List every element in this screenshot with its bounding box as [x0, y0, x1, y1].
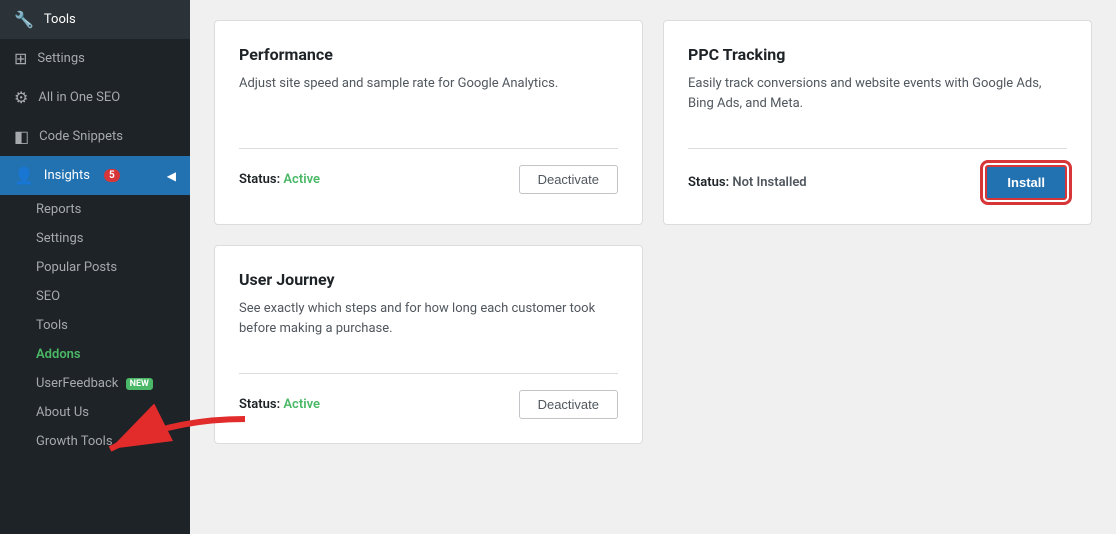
sidebar-item-settings-sub[interactable]: Settings — [0, 224, 190, 253]
performance-status-value: Active — [283, 172, 320, 187]
performance-card-title: Performance — [239, 45, 618, 64]
user-journey-card-footer: Status: Active Deactivate — [239, 373, 618, 419]
sidebar-item-userfeedback[interactable]: UserFeedback NEW — [0, 369, 190, 398]
insights-badge: 5 — [104, 169, 120, 182]
sidebar-item-popular-posts[interactable]: Popular Posts — [0, 253, 190, 282]
sidebar-item-settings-label: Settings — [37, 51, 84, 66]
sidebar-item-tools[interactable]: 🔧 Tools — [0, 0, 190, 39]
sidebar-item-growth-tools[interactable]: Growth Tools — [0, 427, 190, 456]
sidebar-item-about-us[interactable]: About Us — [0, 398, 190, 427]
sidebar-submenu: Reports Settings Popular Posts SEO Tools… — [0, 195, 190, 456]
sidebar-item-insights[interactable]: 👤 Insights 5 ◀ — [0, 156, 190, 195]
sidebar-item-insights-label: Insights — [44, 168, 90, 183]
user-journey-card-desc: See exactly which steps and for how long… — [239, 299, 618, 349]
sidebar: 🔧 Tools ⊞ Settings ⚙ All in One SEO ◧ Co… — [0, 0, 190, 534]
user-journey-deactivate-button[interactable]: Deactivate — [519, 390, 618, 419]
new-badge: NEW — [126, 378, 153, 390]
ppc-card-title: PPC Tracking — [688, 45, 1067, 64]
ppc-card-footer: Status: Not Installed Install — [688, 148, 1067, 200]
sidebar-item-tools-sub[interactable]: Tools — [0, 311, 190, 340]
performance-card-desc: Adjust site speed and sample rate for Go… — [239, 74, 618, 124]
main-content: Performance Adjust site speed and sample… — [190, 0, 1116, 534]
performance-status: Status: Active — [239, 172, 320, 187]
sidebar-item-code-snippets[interactable]: ◧ Code Snippets — [0, 117, 190, 156]
user-journey-card-title: User Journey — [239, 270, 618, 289]
sidebar-item-tools-label: Tools — [44, 12, 76, 27]
sidebar-item-code-snippets-label: Code Snippets — [39, 129, 123, 144]
sidebar-item-seo[interactable]: SEO — [0, 282, 190, 311]
user-journey-status: Status: Active — [239, 397, 320, 412]
ppc-status-value: Not Installed — [732, 175, 806, 190]
addons-cards-grid: Performance Adjust site speed and sample… — [214, 20, 1092, 444]
user-journey-status-value: Active — [283, 397, 320, 412]
code-snippets-icon: ◧ — [14, 127, 29, 146]
performance-deactivate-button[interactable]: Deactivate — [519, 165, 618, 194]
sidebar-nav: 🔧 Tools ⊞ Settings ⚙ All in One SEO ◧ Co… — [0, 0, 190, 534]
ppc-install-button[interactable]: Install — [985, 165, 1067, 200]
performance-card-footer: Status: Active Deactivate — [239, 148, 618, 194]
sidebar-item-aio-seo[interactable]: ⚙ All in One SEO — [0, 78, 190, 117]
tools-icon: 🔧 — [14, 10, 34, 29]
ppc-card-desc: Easily track conversions and website eve… — [688, 74, 1067, 124]
sidebar-item-aio-seo-label: All in One SEO — [38, 90, 120, 105]
settings-icon: ⊞ — [14, 49, 27, 68]
aio-seo-icon: ⚙ — [14, 88, 28, 107]
user-journey-card: User Journey See exactly which steps and… — [214, 245, 643, 444]
performance-card: Performance Adjust site speed and sample… — [214, 20, 643, 225]
ppc-status: Status: Not Installed — [688, 175, 807, 190]
collapse-arrow-icon: ◀ — [167, 169, 176, 183]
insights-icon: 👤 — [14, 166, 34, 185]
sidebar-item-reports[interactable]: Reports — [0, 195, 190, 224]
sidebar-item-addons[interactable]: Addons — [0, 340, 190, 369]
sidebar-item-settings[interactable]: ⊞ Settings — [0, 39, 190, 78]
ppc-tracking-card: PPC Tracking Easily track conversions an… — [663, 20, 1092, 225]
